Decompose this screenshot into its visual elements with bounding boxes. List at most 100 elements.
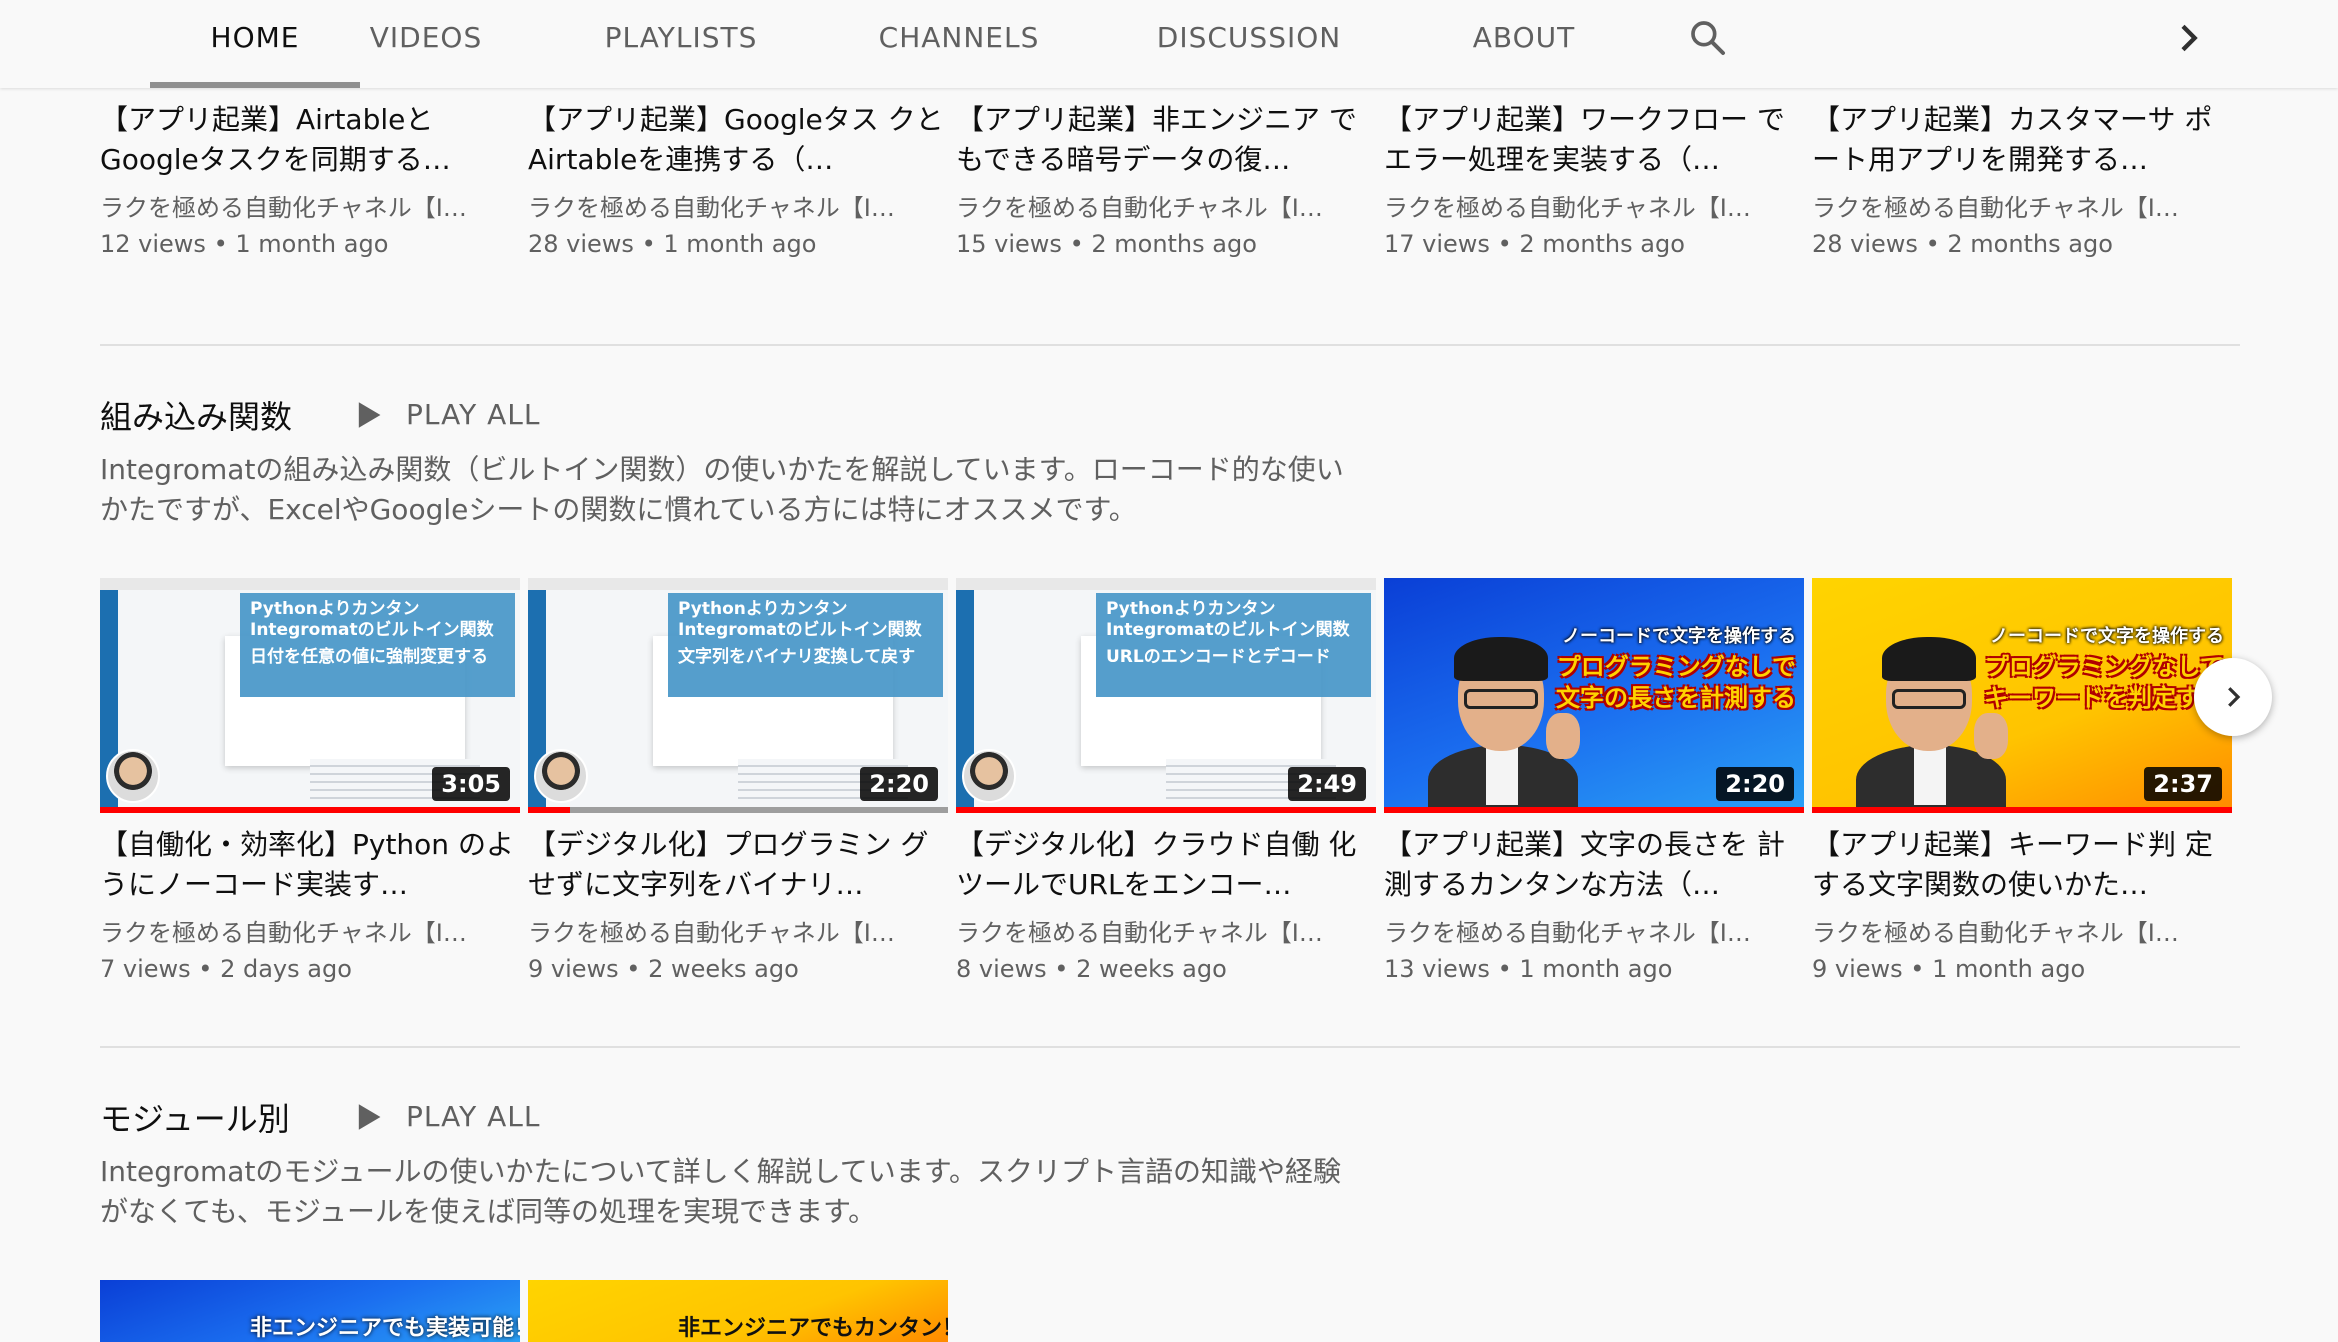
channel-name[interactable]: ラクを極める自動化チャネル【I… [956,190,1376,226]
thumbnail-banner: Pythonよりカンタン Integromatのビルトイン関数 日付を任意の値に… [240,593,515,697]
channel-name[interactable]: ラクを極める自動化チャネル【I… [1812,190,2232,226]
chevron-right-icon [2228,687,2241,707]
watch-progress-fill [100,807,520,813]
tab-active-indicator [150,82,360,88]
video-thumbnail[interactable]: Pythonよりカンタン Integromatのビルトイン関数 URLのエンコー… [956,578,1376,813]
channel-name[interactable]: ラクを極める自動化チャネル【I… [1384,190,1804,226]
tab-channels-label: CHANNELS [878,21,1040,54]
video-title[interactable]: 【デジタル化】クラウド自働 化ツールでURLをエンコー… [956,825,1376,905]
video-card[interactable]: Pythonよりカンタン Integromatのビルトイン関数 文字列をバイナリ… [528,578,948,987]
presenter-hair [1454,637,1548,681]
video-title[interactable]: 【アプリ起業】カスタマーサ ポート用アプリを開発する… [1812,100,2232,180]
video-meta: 12 views • 1 month ago [100,230,389,258]
video-thumbnail[interactable]: Pythonよりカンタン Integromatのビルトイン関数 日付を任意の値に… [100,578,520,813]
watch-progress-bar [1384,807,1804,813]
channel-tab-bar: HOME VIDEOS PLAYLISTS CHANNELS DISCUSSIO… [0,0,2338,88]
thumbnail-line1: ノーコードで文字を操作する [1990,626,2224,647]
watch-progress-fill [1812,807,2232,813]
tab-playlists-label: PLAYLISTS [604,21,758,54]
thumbnail-line3: 日付を任意の値に強制変更する [250,647,488,667]
thumbnail-line2: Integromatのビルトイン関数 [678,620,922,640]
screenshot-topbar [956,578,1376,590]
video-meta: 28 views • 2 months ago [1812,230,2113,258]
video-card[interactable]: ノーコードで文字を操作する プログラミングなしで 文字の長さを計測する 2:20… [1384,578,1804,987]
thumbnail-line3: 文字列をバイナリ変換して戻す [678,647,916,667]
shelf-title-modules[interactable]: モジュール別 [100,1094,290,1140]
screenshot-topbar [100,578,520,590]
play-all-button[interactable]: PLAY ALL [406,398,540,431]
video-card[interactable]: 10:35 【アプリ起業】ワークフロー でエラー処理を実装する（… ラクを極める… [1384,42,1804,262]
channel-name[interactable]: ラクを極める自動化チャネル【I… [956,915,1376,951]
search-icon[interactable] [1688,18,1728,58]
video-card[interactable]: 9:37 【アプリ起業】Googleタス クとAirtableを連携する（… ラ… [528,42,948,262]
video-thumbnail[interactable]: Pythonよりカンタン Integromatのビルトイン関数 文字列をバイナリ… [528,578,948,813]
thumbnail-line1: Pythonよりカンタン [678,599,848,619]
screenshot-topbar [528,578,948,590]
shelf-next-button[interactable] [2194,658,2272,736]
presenter-glasses [1464,689,1538,709]
video-title[interactable]: 【アプリ起業】文字の長さを 計測するカンタンな方法（… [1384,825,1804,905]
shelf-title-builtin-functions[interactable]: 組み込み関数 [100,392,292,438]
watch-progress-fill [956,807,1376,813]
video-meta: 17 views • 2 months ago [1384,230,1685,258]
thumbnail-line2-text: プログラミングなしで [1984,653,2224,681]
tab-home-label: HOME [210,21,300,54]
video-card[interactable]: 9:14 【アプリ起業】カスタマーサ ポート用アプリを開発する… ラクを極める自… [1812,42,2232,262]
chevron-right-icon[interactable] [2168,18,2208,58]
video-thumbnail[interactable]: 非エンジニアでも実装可能！ [100,1280,520,1342]
channel-name[interactable]: ラクを極める自動化チャネル【I… [100,915,520,951]
avatar [534,749,588,803]
thumbnail-caption: 非エンジニアでも実装可能！ [250,1316,520,1341]
thumbnail-line1: ノーコードで文字を操作する [1562,626,1796,647]
video-duration: 2:20 [1716,767,1794,801]
play-icon[interactable] [356,401,382,429]
video-title[interactable]: 【アプリ起業】Googleタス クとAirtableを連携する（… [528,100,948,180]
section-divider [100,344,2240,346]
thumbnail-line2: Integromatのビルトイン関数 [1106,620,1350,640]
thumbnail-line2: プログラミングなしで キーワードを判定する [1984,652,2224,714]
video-meta: 8 views • 2 weeks ago [956,955,1227,983]
tab-channels[interactable]: CHANNELS [870,0,1048,88]
play-icon[interactable] [356,1103,382,1131]
video-card[interactable]: Pythonよりカンタン Integromatのビルトイン関数 URLのエンコー… [956,578,1376,987]
tab-playlists[interactable]: PLAYLISTS [592,0,770,88]
thumbnail-banner: Pythonよりカンタン Integromatのビルトイン関数 URLのエンコー… [1096,593,1371,697]
video-title[interactable]: 【アプリ起業】非エンジニア でもできる暗号データの復… [956,100,1376,180]
video-card[interactable]: 7:32 【アプリ起業】Airtableと Googleタスクを同期する… ラク… [100,42,520,262]
presenter-hand [1546,713,1580,759]
video-duration: 2:49 [1288,767,1366,801]
shelf-description: Integromatの組み込み関数（ビルトイン関数）の使いかたを解説しています。… [100,453,1344,526]
presenter-hair [1882,637,1976,681]
video-meta: 15 views • 2 months ago [956,230,1257,258]
channel-name[interactable]: ラクを極める自動化チャネル【I… [1812,915,2232,951]
channel-name[interactable]: ラクを極める自動化チャネル【I… [100,190,520,226]
video-title[interactable]: 【アプリ起業】キーワード判 定する文字関数の使いかた… [1812,825,2232,905]
play-all-button[interactable]: PLAY ALL [406,1100,540,1133]
watch-progress-bar [528,807,948,813]
video-title[interactable]: 【アプリ起業】ワークフロー でエラー処理を実装する（… [1384,100,1804,180]
thumbnail-banner: Pythonよりカンタン Integromatのビルトイン関数 文字列をバイナリ… [668,593,943,697]
tab-videos[interactable]: VIDEOS [360,0,492,88]
video-thumbnail[interactable]: ノーコードで文字を操作する プログラミングなしで 文字の長さを計測する 2:20 [1384,578,1804,813]
channel-name[interactable]: ラクを極める自動化チャネル【I… [528,190,948,226]
channel-name[interactable]: ラクを極める自動化チャネル【I… [1384,915,1804,951]
video-title[interactable]: 【自働化・効率化】Python のようにノーコード実装す… [100,825,520,905]
presenter-shirt [1486,745,1518,805]
section-divider [100,1046,2240,1048]
thumbnail-line2: Integromatのビルトイン関数 [250,620,494,640]
tab-home[interactable]: HOME [150,0,360,88]
video-meta: 13 views • 1 month ago [1384,955,1673,983]
video-title[interactable]: 【デジタル化】プログラミン グせずに文字列をバイナリ… [528,825,948,905]
video-thumbnail[interactable]: ノーコードで文字を操作する プログラミングなしで キーワードを判定する 2:37 [1812,578,2232,813]
channel-name[interactable]: ラクを極める自動化チャネル【I… [528,915,948,951]
video-duration: 2:37 [2144,767,2222,801]
watch-progress-bar [1812,807,2232,813]
tab-discussion[interactable]: DISCUSSION [1146,0,1352,88]
tab-about[interactable]: ABOUT [1452,0,1596,88]
video-title[interactable]: 【アプリ起業】Airtableと Googleタスクを同期する… [100,100,520,180]
video-card[interactable]: 8:39 【アプリ起業】非エンジニア でもできる暗号データの復… ラクを極める自… [956,42,1376,262]
video-thumbnail[interactable]: 非エンジニアでもカンタン！ [528,1280,948,1342]
video-card[interactable]: ノーコードで文字を操作する プログラミングなしで キーワードを判定する 2:37… [1812,578,2232,987]
video-card[interactable]: Pythonよりカンタン Integromatのビルトイン関数 日付を任意の値に… [100,578,520,987]
shelf-description: Integromatのモジュールの使いかたについて詳しく解説しています。スクリプ… [100,1155,1341,1228]
